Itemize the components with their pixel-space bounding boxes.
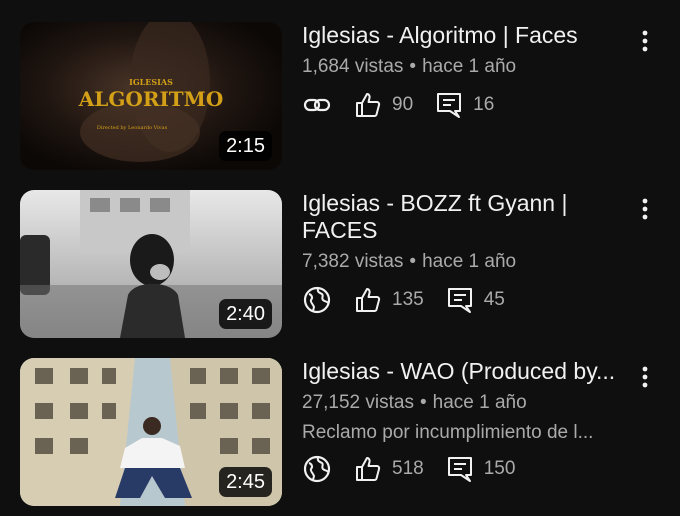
globe-icon [303, 455, 331, 483]
thumbnail-title: ALGORITMO [78, 87, 224, 111]
visibility-public[interactable] [302, 454, 332, 484]
link-icon [303, 98, 331, 112]
like-count: 90 [392, 94, 414, 115]
video-actions: 90 16 [302, 89, 632, 121]
video-thumbnail[interactable]: 2:40 [20, 190, 282, 338]
comment-count: 16 [473, 94, 495, 115]
comment-stat[interactable]: 45 [446, 286, 505, 314]
video-meta: 1,684 vistas • hace 1 año [302, 55, 632, 79]
copyright-claim-notice[interactable]: Reclamo por incumplimiento de l... [302, 421, 622, 445]
comment-icon [447, 288, 472, 313]
duration-badge: 2:15 [219, 131, 272, 161]
view-count: 1,684 vistas [302, 56, 404, 77]
thumbs-up-icon [356, 93, 381, 117]
like-count: 518 [392, 458, 424, 479]
video-meta: 27,152 vistas • hace 1 año [302, 391, 632, 415]
visibility-public[interactable] [302, 285, 332, 315]
comment-stat[interactable]: 16 [435, 91, 494, 119]
video-meta: 7,382 vistas • hace 1 año [302, 250, 632, 274]
more-options-button[interactable] [632, 362, 658, 392]
video-thumbnail[interactable]: IGLESIAS ALGORITMO Directed by Leonardo … [20, 22, 282, 170]
comment-icon [447, 457, 472, 482]
globe-icon [303, 286, 331, 314]
like-stat[interactable]: 518 [354, 455, 424, 483]
like-stat[interactable]: 90 [354, 91, 413, 119]
duration-badge: 2:45 [219, 467, 272, 497]
video-actions: 518 150 [302, 453, 632, 485]
comment-icon [437, 93, 462, 118]
view-count: 7,382 vistas [302, 251, 404, 272]
thumbnail-credit: Directed by Leonardo Vivas [97, 125, 168, 131]
comment-count: 150 [483, 458, 516, 479]
upload-age: hace 1 año [422, 251, 517, 272]
thumbs-up-icon [356, 457, 381, 481]
like-stat[interactable]: 135 [354, 286, 424, 314]
meta-separator: • [409, 56, 417, 77]
duration-badge: 2:40 [219, 299, 272, 329]
video-thumbnail[interactable]: 2:45 [20, 358, 282, 506]
like-count: 135 [392, 289, 424, 310]
thumbs-up-icon [356, 288, 381, 312]
video-actions: 135 45 [302, 284, 632, 316]
video-title[interactable]: Iglesias - WAO (Produced by... [302, 358, 632, 385]
video-title[interactable]: Iglesias - Algoritmo | Faces [302, 22, 632, 49]
visibility-unlisted[interactable] [302, 90, 332, 120]
view-count: 27,152 vistas [302, 392, 414, 413]
upload-age: hace 1 año [422, 56, 517, 77]
upload-age: hace 1 año [432, 392, 527, 413]
video-title[interactable]: Iglesias - BOZZ ft Gyann | FACES [302, 190, 602, 244]
more-options-button[interactable] [632, 26, 658, 56]
more-vert-icon [642, 30, 648, 52]
more-vert-icon [642, 366, 648, 388]
more-options-button[interactable] [632, 194, 658, 224]
meta-separator: • [409, 251, 417, 272]
more-vert-icon [642, 198, 648, 220]
thumbnail-caption: IGLESIAS [129, 77, 173, 87]
comment-count: 45 [483, 289, 505, 310]
meta-separator: • [419, 392, 427, 413]
comment-stat[interactable]: 150 [446, 455, 516, 483]
